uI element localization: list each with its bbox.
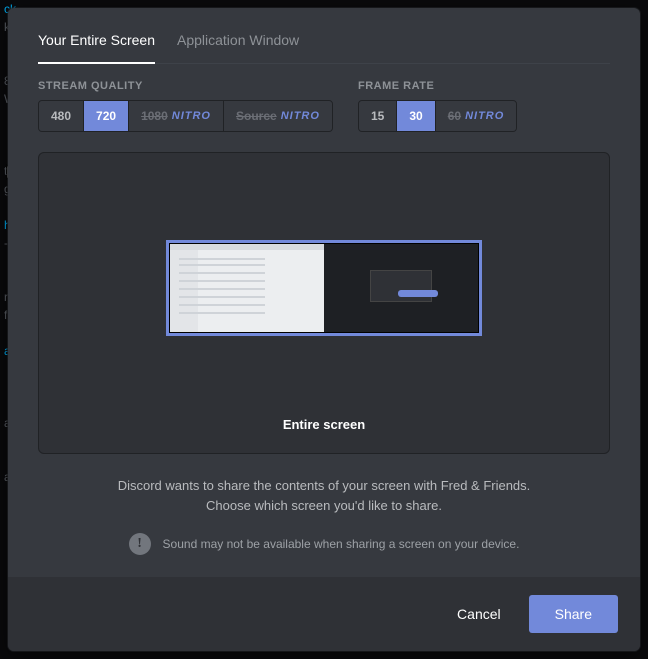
thumbnail-right-window (324, 244, 478, 332)
nitro-badge-icon: NITRO (172, 110, 211, 122)
quality-480[interactable]: 480 (39, 101, 84, 131)
modal-footer: Cancel Share (8, 577, 640, 651)
fps-60-nitro[interactable]: 60NITRO (436, 101, 517, 131)
quality-1080-nitro[interactable]: 1080NITRO (129, 101, 224, 131)
quality-720[interactable]: 720 (84, 101, 129, 131)
screen-share-modal: Your Entire Screen Application Window ST… (8, 8, 640, 651)
thumbnail-left-window (170, 244, 324, 332)
share-mode-tabs: Your Entire Screen Application Window (38, 28, 610, 64)
screen-thumbnail[interactable] (167, 241, 481, 335)
share-button[interactable]: Share (529, 595, 618, 633)
stream-quality-label: STREAM QUALITY (38, 80, 338, 92)
tab-entire-screen[interactable]: Your Entire Screen (38, 28, 155, 64)
nitro-badge-icon: NITRO (281, 110, 320, 122)
frame-rate-label: FRAME RATE (358, 80, 610, 92)
tab-application-window[interactable]: Application Window (177, 28, 299, 63)
warning-icon: ! (129, 533, 151, 555)
fps-15[interactable]: 15 (359, 101, 397, 131)
share-help-text: Discord wants to share the contents of y… (38, 476, 610, 515)
audio-warning-row: ! Sound may not be available when sharin… (38, 533, 610, 555)
stream-quality-group: 480 720 1080NITRO SourceNITRO (38, 100, 333, 132)
audio-warning-text: Sound may not be available when sharing … (163, 537, 520, 551)
quality-source-nitro[interactable]: SourceNITRO (224, 101, 332, 131)
cancel-button[interactable]: Cancel (437, 595, 521, 633)
fps-30[interactable]: 30 (397, 101, 435, 131)
nitro-badge-icon: NITRO (465, 110, 504, 122)
screen-thumbnail-label: Entire screen (283, 417, 365, 432)
screen-preview-panel: Entire screen (38, 152, 610, 454)
frame-rate-group: 15 30 60NITRO (358, 100, 517, 132)
